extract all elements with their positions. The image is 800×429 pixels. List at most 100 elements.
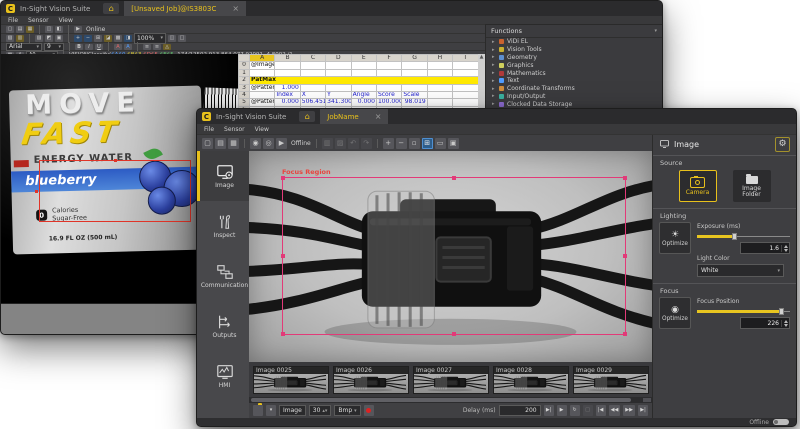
expand-chevron-icon[interactable]: ▸ [492, 47, 496, 53]
save-job-icon[interactable]: ▦ [26, 26, 34, 33]
loop-button[interactable]: ↻ [570, 405, 580, 416]
open-image-folder-button[interactable] [253, 405, 263, 416]
cell[interactable] [300, 69, 325, 76]
focus-region-roi[interactable] [282, 177, 626, 335]
cell[interactable] [326, 84, 351, 91]
save-job-icon[interactable]: ▦ [228, 138, 239, 149]
align-center-icon[interactable]: ≡ [153, 44, 161, 50]
cell[interactable]: Angle [351, 92, 376, 99]
cell[interactable] [351, 62, 376, 69]
online-label[interactable]: Online [86, 26, 105, 33]
cell[interactable] [351, 84, 376, 91]
sensor-connect-icon[interactable]: ◫ [45, 26, 53, 33]
sensor-setup-icon[interactable]: ◧ [55, 26, 63, 33]
cell[interactable]: 0.000 [351, 99, 376, 106]
font-color-icon[interactable]: A [114, 44, 122, 50]
front-home-button[interactable]: ⌂ [299, 111, 315, 122]
overlay-toggle-icon[interactable]: ◨ [124, 35, 132, 42]
row-header[interactable]: 3 [239, 84, 250, 91]
new-job-icon[interactable]: ▢ [202, 138, 213, 149]
roi-side-mark[interactable] [35, 190, 38, 193]
exposure-spinbox[interactable]: 1.6 [740, 242, 790, 254]
play-once-button[interactable]: ▶| [544, 405, 554, 416]
roi-handle[interactable] [452, 332, 456, 336]
focus-optimize-button[interactable]: ◉ Optimize [659, 297, 691, 329]
scrollbar-thumb[interactable] [251, 398, 631, 402]
cell[interactable]: @Patterns [250, 99, 275, 106]
back-home-button[interactable]: ⌂ [103, 3, 119, 14]
expand-chevron-icon[interactable]: ▸ [492, 93, 496, 99]
cell[interactable]: X [300, 92, 325, 99]
insert-function-icon[interactable]: ▧ [6, 35, 14, 42]
custom-view-icon[interactable]: ◫ [168, 35, 176, 42]
font-size-combo[interactable]: 9 ▾ [44, 43, 64, 51]
cell[interactable]: 341.300 [326, 99, 351, 106]
front-job-tab[interactable]: JobName × [320, 109, 388, 124]
roi-handle[interactable] [281, 332, 285, 336]
cell[interactable] [427, 99, 452, 106]
next-image-button[interactable]: ▶▶ [623, 405, 635, 416]
function-category-geometry[interactable]: ▸Geometry [486, 54, 662, 62]
cell[interactable]: 506.451 [300, 99, 325, 106]
grid-corner[interactable] [239, 55, 250, 62]
col-header[interactable]: B [275, 55, 300, 62]
paste-icon[interactable]: ▨ [335, 138, 346, 149]
cell[interactable]: 98.019 [402, 99, 427, 106]
cell[interactable] [427, 69, 452, 76]
zoom-fit-icon[interactable]: ⊞ [422, 138, 433, 149]
cell[interactable] [300, 62, 325, 69]
light-color-dropdown[interactable]: White ▾ [697, 264, 784, 277]
cell[interactable] [427, 62, 452, 69]
cell[interactable] [376, 84, 401, 91]
filmstrip-thumbnail[interactable]: Image 0026 [333, 366, 409, 394]
cell[interactable] [326, 62, 351, 69]
source-box[interactable]: Image [279, 405, 306, 416]
sidebar-item-hmi[interactable]: HMI [197, 351, 249, 401]
zoom-fit-icon[interactable]: ⊞ [94, 35, 102, 42]
filmstrip-thumbnail[interactable]: Image 0028 [493, 366, 569, 394]
collapse-chevron-icon[interactable]: ▾ [654, 28, 657, 34]
zoom-in-icon[interactable]: + [74, 35, 82, 42]
sidebar-item-inspect[interactable]: Inspect [197, 201, 249, 251]
cell[interactable] [326, 69, 351, 76]
expand-chevron-icon[interactable]: ▸ [492, 54, 496, 60]
roi-handle[interactable] [281, 176, 285, 180]
row-header[interactable]: 4 [239, 92, 250, 99]
cell[interactable]: 1.000 [275, 84, 300, 91]
gear-icon[interactable]: ⚙ [775, 137, 790, 152]
cell[interactable] [376, 62, 401, 69]
roi-handle[interactable] [281, 254, 285, 258]
cell[interactable]: @Patterns [250, 84, 275, 91]
function-category-clocked-data-storage[interactable]: ▸Clocked Data Storage [486, 100, 662, 108]
function-category-vision-tools[interactable]: ▸Vision Tools [486, 46, 662, 54]
align-left-icon[interactable]: ≡ [143, 44, 151, 50]
online-toggle[interactable] [773, 419, 789, 425]
cell[interactable]: 0.000 [275, 99, 300, 106]
col-header[interactable]: G [402, 55, 427, 62]
cell[interactable] [453, 99, 478, 106]
cell[interactable] [351, 69, 376, 76]
cell[interactable]: Index [275, 92, 300, 99]
col-header[interactable]: E [351, 55, 376, 62]
menu-view[interactable]: View [59, 17, 73, 24]
focus-position-spinbox[interactable]: 226 [740, 317, 790, 329]
cell[interactable]: 100.000 [376, 99, 401, 106]
functions-palette-header[interactable]: Functions ▾ [486, 25, 662, 38]
scrollbar-end[interactable] [643, 398, 651, 402]
expand-chevron-icon[interactable]: ▸ [492, 39, 496, 45]
row-header[interactable]: 5 [239, 99, 250, 106]
pattern-roi[interactable] [39, 160, 191, 222]
cut-icon[interactable]: ▨ [35, 35, 43, 42]
cell[interactable] [453, 62, 478, 69]
cell[interactable] [250, 69, 275, 76]
record-button[interactable] [364, 405, 374, 416]
spinner-arrows-icon[interactable] [781, 320, 789, 327]
function-category-text[interactable]: ▸Text [486, 77, 662, 85]
italic-icon[interactable]: I [85, 44, 93, 50]
expand-chevron-icon[interactable]: ▸ [492, 62, 496, 68]
first-image-button[interactable]: |◀ [596, 405, 606, 416]
trigger-icon[interactable]: ◎ [263, 138, 274, 149]
live-video-icon[interactable]: ◉ [250, 138, 261, 149]
col-header[interactable]: I [453, 55, 478, 62]
expand-chevron-icon[interactable]: ▸ [492, 70, 496, 76]
